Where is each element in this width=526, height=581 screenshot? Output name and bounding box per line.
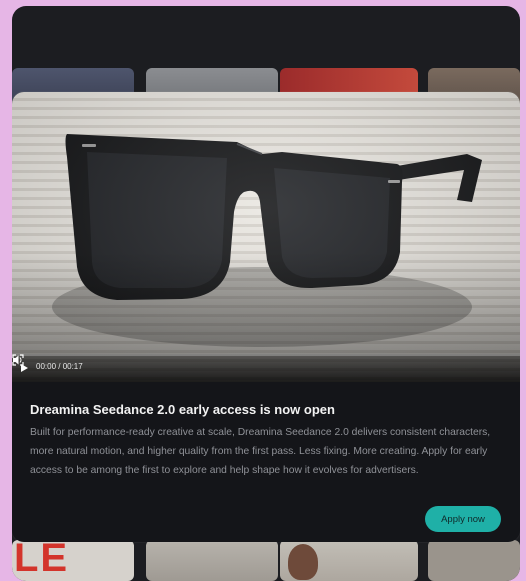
announcement-description: Built for performance-ready creative at …: [30, 427, 491, 476]
progress-bar[interactable]: [12, 354, 520, 356]
background-thumbnail[interactable]: [280, 540, 418, 581]
background-thumbnail[interactable]: [146, 540, 278, 581]
announcement-title: Dreamina Seedance 2.0 early access is no…: [30, 402, 335, 417]
app-panel: LE 00:00 / 00:17 Dreamina Seedance 2.0 e…: [12, 6, 520, 581]
background-thumbnail[interactable]: LE: [12, 540, 134, 581]
video-overlay: [12, 92, 520, 382]
background-thumbnail[interactable]: [428, 540, 520, 581]
person-image: [288, 544, 318, 580]
announcement-modal: 00:00 / 00:17 Dreamina Seedance 2.0 earl…: [12, 92, 520, 542]
fullscreen-icon[interactable]: [12, 354, 24, 366]
video-player[interactable]: 00:00 / 00:17: [12, 92, 520, 382]
time-display: 00:00 / 00:17: [36, 362, 83, 371]
thumbnail-text: LE: [14, 540, 70, 580]
apply-now-button[interactable]: Apply now: [425, 506, 501, 532]
video-controls: 00:00 / 00:17: [12, 354, 520, 382]
